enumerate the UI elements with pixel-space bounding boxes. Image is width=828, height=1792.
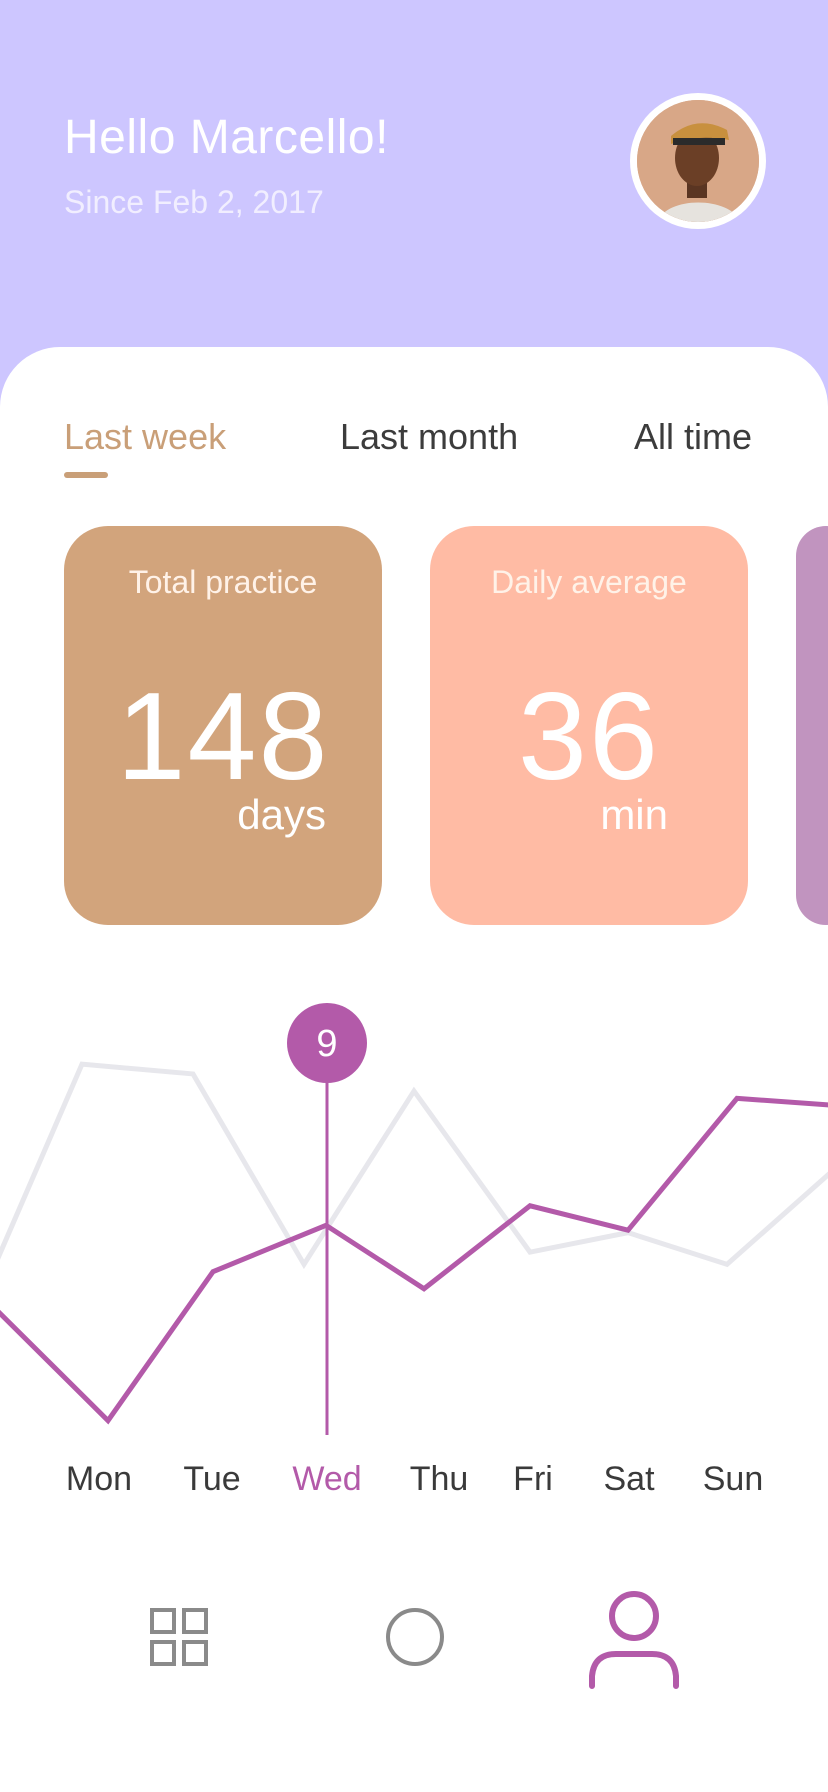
- selected-value-label: 9: [316, 1023, 337, 1065]
- day-label-wed[interactable]: Wed: [292, 1460, 361, 1499]
- avatar[interactable]: [630, 93, 766, 229]
- avatar-photo: [637, 100, 759, 222]
- grid-icon[interactable]: [150, 1608, 210, 1673]
- tab-all-time[interactable]: All time: [634, 416, 752, 458]
- card-value: 36: [518, 668, 660, 806]
- day-label-sat[interactable]: Sat: [603, 1460, 654, 1499]
- day-labels: Mon Tue Wed Thu Fri Sat Sun: [0, 1460, 828, 1510]
- card-title: Total practice: [128, 564, 318, 600]
- bottom-navigation: [0, 1580, 828, 1700]
- active-tab-indicator: [64, 472, 108, 478]
- series-previous-line: [0, 1061, 828, 1270]
- day-label-fri[interactable]: Fri: [513, 1460, 553, 1499]
- card-unit: days: [237, 791, 326, 838]
- card-value: 148: [116, 668, 330, 806]
- profile-icon[interactable]: [588, 1590, 680, 1695]
- tab-last-month[interactable]: Last month: [340, 416, 518, 458]
- card-unit: min: [600, 791, 668, 838]
- card-title: Daily average: [491, 564, 687, 600]
- daily-average-card[interactable]: Daily average 36 min: [430, 526, 748, 925]
- greeting-title: Hello Marcello!: [64, 111, 389, 164]
- period-tabs: Last week Last month All time: [0, 416, 828, 476]
- circle-icon[interactable]: [385, 1607, 445, 1672]
- weekly-practice-chart: 9: [0, 1003, 828, 1435]
- next-stat-card[interactable]: [796, 526, 828, 925]
- day-label-mon[interactable]: Mon: [66, 1460, 132, 1499]
- day-label-sun[interactable]: Sun: [703, 1460, 764, 1499]
- member-since-text: Since Feb 2, 2017: [64, 184, 324, 220]
- day-label-tue[interactable]: Tue: [183, 1460, 240, 1499]
- tab-last-week[interactable]: Last week: [64, 416, 226, 458]
- day-label-thu[interactable]: Thu: [410, 1460, 469, 1499]
- total-practice-card[interactable]: Total practice 148 days: [64, 526, 382, 925]
